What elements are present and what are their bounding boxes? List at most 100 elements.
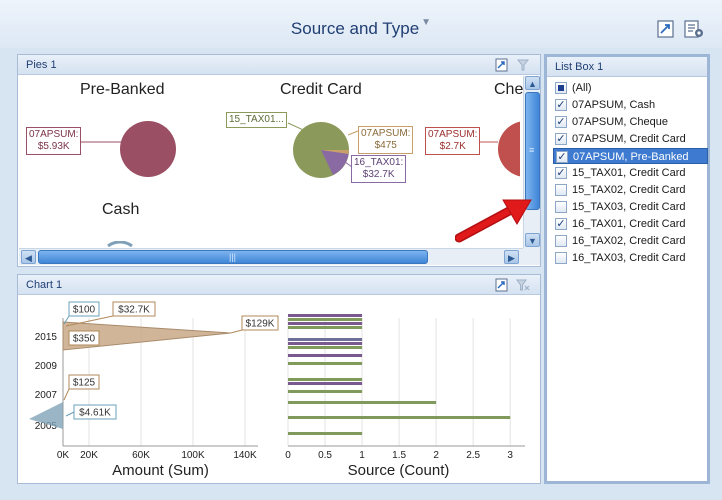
scroll-right-button[interactable]: ▶ <box>504 250 519 264</box>
dashboard-title-text: Source and Type <box>290 19 420 38</box>
checkbox[interactable]: ✓ <box>555 133 567 145</box>
annotation-leader <box>63 388 70 401</box>
y-tick-label: 2015 <box>35 332 58 343</box>
bar[interactable] <box>288 362 363 365</box>
checkbox[interactable] <box>555 201 567 213</box>
pie-title-pre-banked: Pre-Banked <box>80 81 165 98</box>
pie-slice-cheque-07apsum[interactable] <box>498 121 520 177</box>
export-icon[interactable] <box>494 57 510 73</box>
pie-callout-pre-banked: 07APSUM: $5.93K <box>26 127 82 155</box>
list-item[interactable]: 16_TAX02, Credit Card <box>553 233 708 249</box>
x-tick-label: 1 <box>359 450 365 461</box>
x-tick-label: 20K <box>80 450 98 461</box>
pie-callout-15-tax01: 15_TAX01... <box>226 112 287 128</box>
checkbox[interactable]: ✓ <box>555 116 567 128</box>
checkbox[interactable] <box>555 252 567 264</box>
parameters-icon[interactable] <box>683 18 705 40</box>
list-item-label: 07APSUM, Cash <box>572 99 656 111</box>
x-tick-label: 100K <box>181 450 205 461</box>
callout-text: 07APSUM: $2.7K <box>428 129 478 152</box>
x-tick-label: 3 <box>507 450 513 461</box>
clear-master-filter-icon[interactable] <box>515 57 531 73</box>
scroll-up-button[interactable]: ▲ <box>525 76 540 90</box>
list-item[interactable]: ✓ 07APSUM, Pre-Banked <box>553 148 708 164</box>
list-item[interactable]: ✓ 07APSUM, Cheque <box>553 114 708 130</box>
bar[interactable] <box>288 432 363 435</box>
scroll-corner <box>523 248 540 265</box>
y-tick-label: 2007 <box>35 390 58 401</box>
list-item-label: 07APSUM, Credit Card <box>572 133 686 145</box>
bar[interactable] <box>288 390 363 393</box>
checkbox[interactable]: ✓ <box>555 99 567 111</box>
pie-cheque[interactable] <box>496 119 520 179</box>
bar[interactable] <box>288 346 363 349</box>
list-item[interactable]: ✓ 15_TAX01, Credit Card <box>553 165 708 181</box>
callout-text: 07APSUM: $475 <box>361 128 411 151</box>
bar[interactable] <box>288 378 363 381</box>
pie-pre-banked[interactable] <box>118 119 178 179</box>
checkbox[interactable]: ✓ <box>555 167 567 179</box>
list-item-label: 16_TAX01, Credit Card <box>572 218 686 230</box>
bar[interactable] <box>288 338 363 341</box>
checkbox[interactable] <box>555 82 567 94</box>
list-item[interactable]: 15_TAX03, Credit Card <box>553 199 708 215</box>
bar[interactable] <box>288 401 437 404</box>
annotation-leader <box>230 329 243 334</box>
dashboard-title: Source and Type ▼ <box>0 17 722 39</box>
list-item[interactable]: ✓ 07APSUM, Credit Card <box>553 131 708 147</box>
x-tick-label: 2.5 <box>466 450 480 461</box>
export-icon[interactable] <box>494 277 510 293</box>
scroll-left-button[interactable]: ◀ <box>21 250 36 264</box>
bar[interactable] <box>288 342 363 345</box>
x-tick-label: 140K <box>233 450 257 461</box>
list-item[interactable]: 16_TAX03, Credit Card <box>553 250 708 266</box>
x-tick-label: 60K <box>132 450 150 461</box>
bar[interactable] <box>288 314 363 317</box>
pies-panel-title: Pies 1 <box>26 59 57 71</box>
bar[interactable] <box>288 322 363 325</box>
chart-panel: Chart 1 0K 20K 60K 100K 140K 2015 2009 2007 2005… <box>17 274 541 484</box>
checkbox[interactable] <box>555 184 567 196</box>
listbox-panel-title: List Box 1 <box>555 61 604 73</box>
list-item-label: 15_TAX02, Credit Card <box>572 184 686 196</box>
x-axis-title: Amount (Sum) <box>112 462 209 479</box>
pie-callout-16-tax01: 16_TAX01: $32.7K <box>351 155 407 183</box>
list-item-label: 15_TAX01, Credit Card <box>572 167 686 179</box>
list-item[interactable]: ✓ 16_TAX01, Credit Card <box>553 216 708 232</box>
list-item-label: 07APSUM, Cheque <box>572 116 668 128</box>
annotation-label: $350 <box>73 334 96 345</box>
annotation-leader <box>65 411 75 417</box>
checkbox[interactable] <box>555 235 567 247</box>
bar[interactable] <box>288 416 511 419</box>
callout-text: 16_TAX01: $32.7K <box>354 157 404 180</box>
annotation-arrow <box>455 199 532 243</box>
bar[interactable] <box>288 382 363 385</box>
checkbox[interactable]: ✓ <box>555 218 567 230</box>
x-tick-label: 1.5 <box>392 450 406 461</box>
list-item-label: 07APSUM, Pre-Banked <box>573 151 689 163</box>
annotation-label: $129K <box>246 319 275 330</box>
x-axis-title: Source (Count) <box>348 462 450 479</box>
pie-title-cash: Cash <box>102 201 140 218</box>
bar[interactable] <box>288 354 363 357</box>
export-icon[interactable] <box>655 18 677 40</box>
grip-icon: ||| <box>229 252 237 262</box>
bar[interactable] <box>288 318 363 321</box>
callout-text: 15_TAX01... <box>229 114 284 125</box>
bar[interactable] <box>288 326 363 329</box>
list-item[interactable]: (All) <box>553 80 708 96</box>
list-item[interactable]: ✓ 07APSUM, Cash <box>553 97 708 113</box>
list-item-label: 16_TAX03, Credit Card <box>572 252 686 264</box>
pie-slice-pre-banked-07apsum[interactable] <box>120 121 176 177</box>
pies-horizontal-scrollbar[interactable]: ◀ ||| ▶ <box>19 248 523 265</box>
x-tick-label: 0.5 <box>318 450 332 461</box>
checkbox[interactable]: ✓ <box>556 151 568 163</box>
list-item[interactable]: 15_TAX02, Credit Card <box>553 182 708 198</box>
x-tick-label: 2 <box>433 450 439 461</box>
scroll-thumb[interactable]: ||| <box>38 250 428 264</box>
listbox-panel-header: List Box 1 <box>547 57 707 77</box>
pie-callout-cheque: 07APSUM: $2.7K <box>425 127 481 155</box>
chart-area[interactable]: 0K 20K 60K 100K 140K2015200920072005Amount (… <box>18 296 540 483</box>
clear-filter-icon[interactable] <box>515 277 531 293</box>
chart-panel-header: Chart 1 <box>18 275 540 295</box>
